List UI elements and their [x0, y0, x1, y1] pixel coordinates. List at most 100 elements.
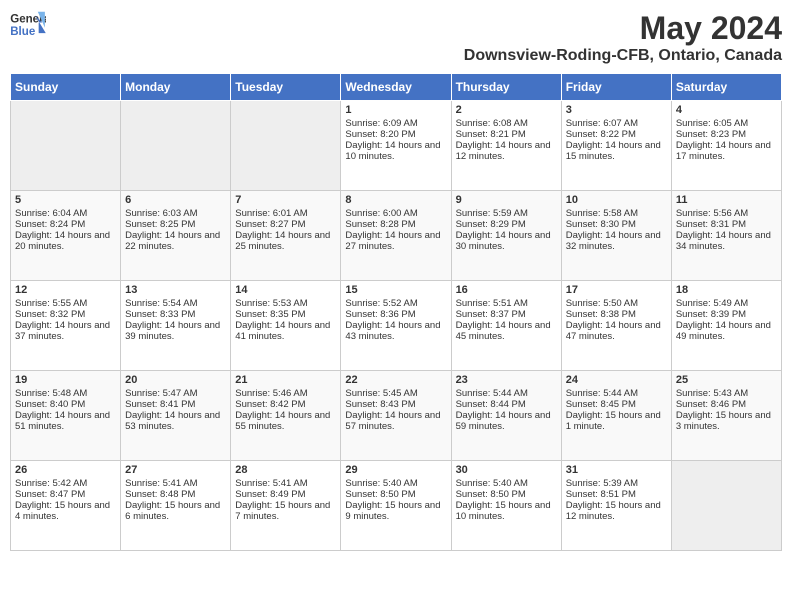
logo-icon: General Blue [10, 10, 46, 42]
sunrise-text: Sunrise: 5:44 AM [566, 388, 638, 399]
day-number: 6 [125, 194, 226, 206]
calendar-cell [121, 101, 231, 191]
calendar-cell: 28Sunrise: 5:41 AMSunset: 8:49 PMDayligh… [231, 461, 341, 551]
calendar-cell: 12Sunrise: 5:55 AMSunset: 8:32 PMDayligh… [11, 281, 121, 371]
sunrise-text: Sunrise: 5:46 AM [235, 388, 307, 399]
sunrise-text: Sunrise: 5:40 AM [456, 478, 528, 489]
calendar-cell: 19Sunrise: 5:48 AMSunset: 8:40 PMDayligh… [11, 371, 121, 461]
day-number: 30 [456, 464, 557, 476]
daylight-text: Daylight: 15 hours and 6 minutes. [125, 500, 220, 522]
day-number: 2 [456, 104, 557, 116]
page-header: General Blue May 2024 Downsview-Roding-C… [10, 10, 782, 65]
calendar-cell [231, 101, 341, 191]
sunset-text: Sunset: 8:48 PM [125, 489, 195, 500]
sunrise-text: Sunrise: 5:39 AM [566, 478, 638, 489]
sunrise-text: Sunrise: 5:52 AM [345, 298, 417, 309]
day-number: 8 [345, 194, 446, 206]
calendar-cell: 14Sunrise: 5:53 AMSunset: 8:35 PMDayligh… [231, 281, 341, 371]
sunrise-text: Sunrise: 5:42 AM [15, 478, 87, 489]
sunrise-text: Sunrise: 6:07 AM [566, 118, 638, 129]
sunrise-text: Sunrise: 5:47 AM [125, 388, 197, 399]
sunset-text: Sunset: 8:50 PM [345, 489, 415, 500]
day-number: 14 [235, 284, 336, 296]
sunset-text: Sunset: 8:31 PM [676, 219, 746, 230]
day-number: 17 [566, 284, 667, 296]
calendar-cell: 17Sunrise: 5:50 AMSunset: 8:38 PMDayligh… [561, 281, 671, 371]
svg-text:Blue: Blue [10, 26, 36, 38]
day-number: 21 [235, 374, 336, 386]
sunset-text: Sunset: 8:46 PM [676, 399, 746, 410]
day-number: 22 [345, 374, 446, 386]
calendar-cell [11, 101, 121, 191]
header-friday: Friday [561, 74, 671, 101]
daylight-text: Daylight: 14 hours and 17 minutes. [676, 140, 771, 162]
daylight-text: Daylight: 14 hours and 57 minutes. [345, 410, 440, 432]
week-row-4: 19Sunrise: 5:48 AMSunset: 8:40 PMDayligh… [11, 371, 782, 461]
daylight-text: Daylight: 14 hours and 47 minutes. [566, 320, 661, 342]
week-row-3: 12Sunrise: 5:55 AMSunset: 8:32 PMDayligh… [11, 281, 782, 371]
sunset-text: Sunset: 8:23 PM [676, 129, 746, 140]
day-number: 26 [15, 464, 116, 476]
sunset-text: Sunset: 8:49 PM [235, 489, 305, 500]
calendar-cell: 3Sunrise: 6:07 AMSunset: 8:22 PMDaylight… [561, 101, 671, 191]
daylight-text: Daylight: 14 hours and 34 minutes. [676, 230, 771, 252]
calendar-cell: 7Sunrise: 6:01 AMSunset: 8:27 PMDaylight… [231, 191, 341, 281]
day-number: 31 [566, 464, 667, 476]
sunset-text: Sunset: 8:40 PM [15, 399, 85, 410]
day-number: 27 [125, 464, 226, 476]
calendar-cell: 10Sunrise: 5:58 AMSunset: 8:30 PMDayligh… [561, 191, 671, 281]
daylight-text: Daylight: 14 hours and 27 minutes. [345, 230, 440, 252]
sunrise-text: Sunrise: 5:45 AM [345, 388, 417, 399]
calendar-cell: 16Sunrise: 5:51 AMSunset: 8:37 PMDayligh… [451, 281, 561, 371]
day-number: 23 [456, 374, 557, 386]
calendar-cell: 31Sunrise: 5:39 AMSunset: 8:51 PMDayligh… [561, 461, 671, 551]
sunset-text: Sunset: 8:42 PM [235, 399, 305, 410]
sunrise-text: Sunrise: 5:49 AM [676, 298, 748, 309]
daylight-text: Daylight: 14 hours and 55 minutes. [235, 410, 330, 432]
daylight-text: Daylight: 15 hours and 4 minutes. [15, 500, 110, 522]
sunset-text: Sunset: 8:20 PM [345, 129, 415, 140]
logo: General Blue [10, 10, 46, 42]
day-number: 1 [345, 104, 446, 116]
day-number: 12 [15, 284, 116, 296]
day-number: 7 [235, 194, 336, 206]
sunrise-text: Sunrise: 5:44 AM [456, 388, 528, 399]
daylight-text: Daylight: 14 hours and 12 minutes. [456, 140, 551, 162]
calendar-cell: 27 Sunrise: 5:41 AMSunset: 8:48 PMDayligh… [121, 461, 231, 551]
sunset-text: Sunset: 8:41 PM [125, 399, 195, 410]
header-tuesday: Tuesday [231, 74, 341, 101]
location-subtitle: Downsview-Roding-CFB, Ontario, Canada [464, 47, 782, 65]
daylight-text: Daylight: 14 hours and 15 minutes. [566, 140, 661, 162]
day-number: 16 [456, 284, 557, 296]
calendar-cell: 26Sunrise: 5:42 AMSunset: 8:47 PMDayligh… [11, 461, 121, 551]
calendar-cell: 25Sunrise: 5:43 AMSunset: 8:46 PMDayligh… [671, 371, 781, 461]
sunrise-text: Sunrise: 5:41 AM [125, 478, 197, 489]
daylight-text: Daylight: 14 hours and 49 minutes. [676, 320, 771, 342]
day-number: 5 [15, 194, 116, 206]
day-number: 18 [676, 284, 777, 296]
sunrise-text: Sunrise: 5:54 AM [125, 298, 197, 309]
month-year-title: May 2024 [464, 10, 782, 47]
daylight-text: Daylight: 14 hours and 51 minutes. [15, 410, 110, 432]
sunset-text: Sunset: 8:25 PM [125, 219, 195, 230]
sunset-text: Sunset: 8:36 PM [345, 309, 415, 320]
week-row-2: 5Sunrise: 6:04 AMSunset: 8:24 PMDaylight… [11, 191, 782, 281]
day-number: 11 [676, 194, 777, 206]
day-number: 10 [566, 194, 667, 206]
title-section: May 2024 Downsview-Roding-CFB, Ontario, … [464, 10, 782, 65]
week-row-1: 1Sunrise: 6:09 AMSunset: 8:20 PMDaylight… [11, 101, 782, 191]
calendar-cell [671, 461, 781, 551]
sunset-text: Sunset: 8:33 PM [125, 309, 195, 320]
sunset-text: Sunset: 8:43 PM [345, 399, 415, 410]
sunrise-text: Sunrise: 5:58 AM [566, 208, 638, 219]
header-monday: Monday [121, 74, 231, 101]
sunrise-text: Sunrise: 5:41 AM [235, 478, 307, 489]
day-number: 3 [566, 104, 667, 116]
day-number: 24 [566, 374, 667, 386]
sunrise-text: Sunrise: 6:01 AM [235, 208, 307, 219]
sunrise-text: Sunrise: 5:43 AM [676, 388, 748, 399]
sunrise-text: Sunrise: 6:03 AM [125, 208, 197, 219]
sunset-text: Sunset: 8:45 PM [566, 399, 636, 410]
daylight-text: Daylight: 14 hours and 37 minutes. [15, 320, 110, 342]
header-sunday: Sunday [11, 74, 121, 101]
